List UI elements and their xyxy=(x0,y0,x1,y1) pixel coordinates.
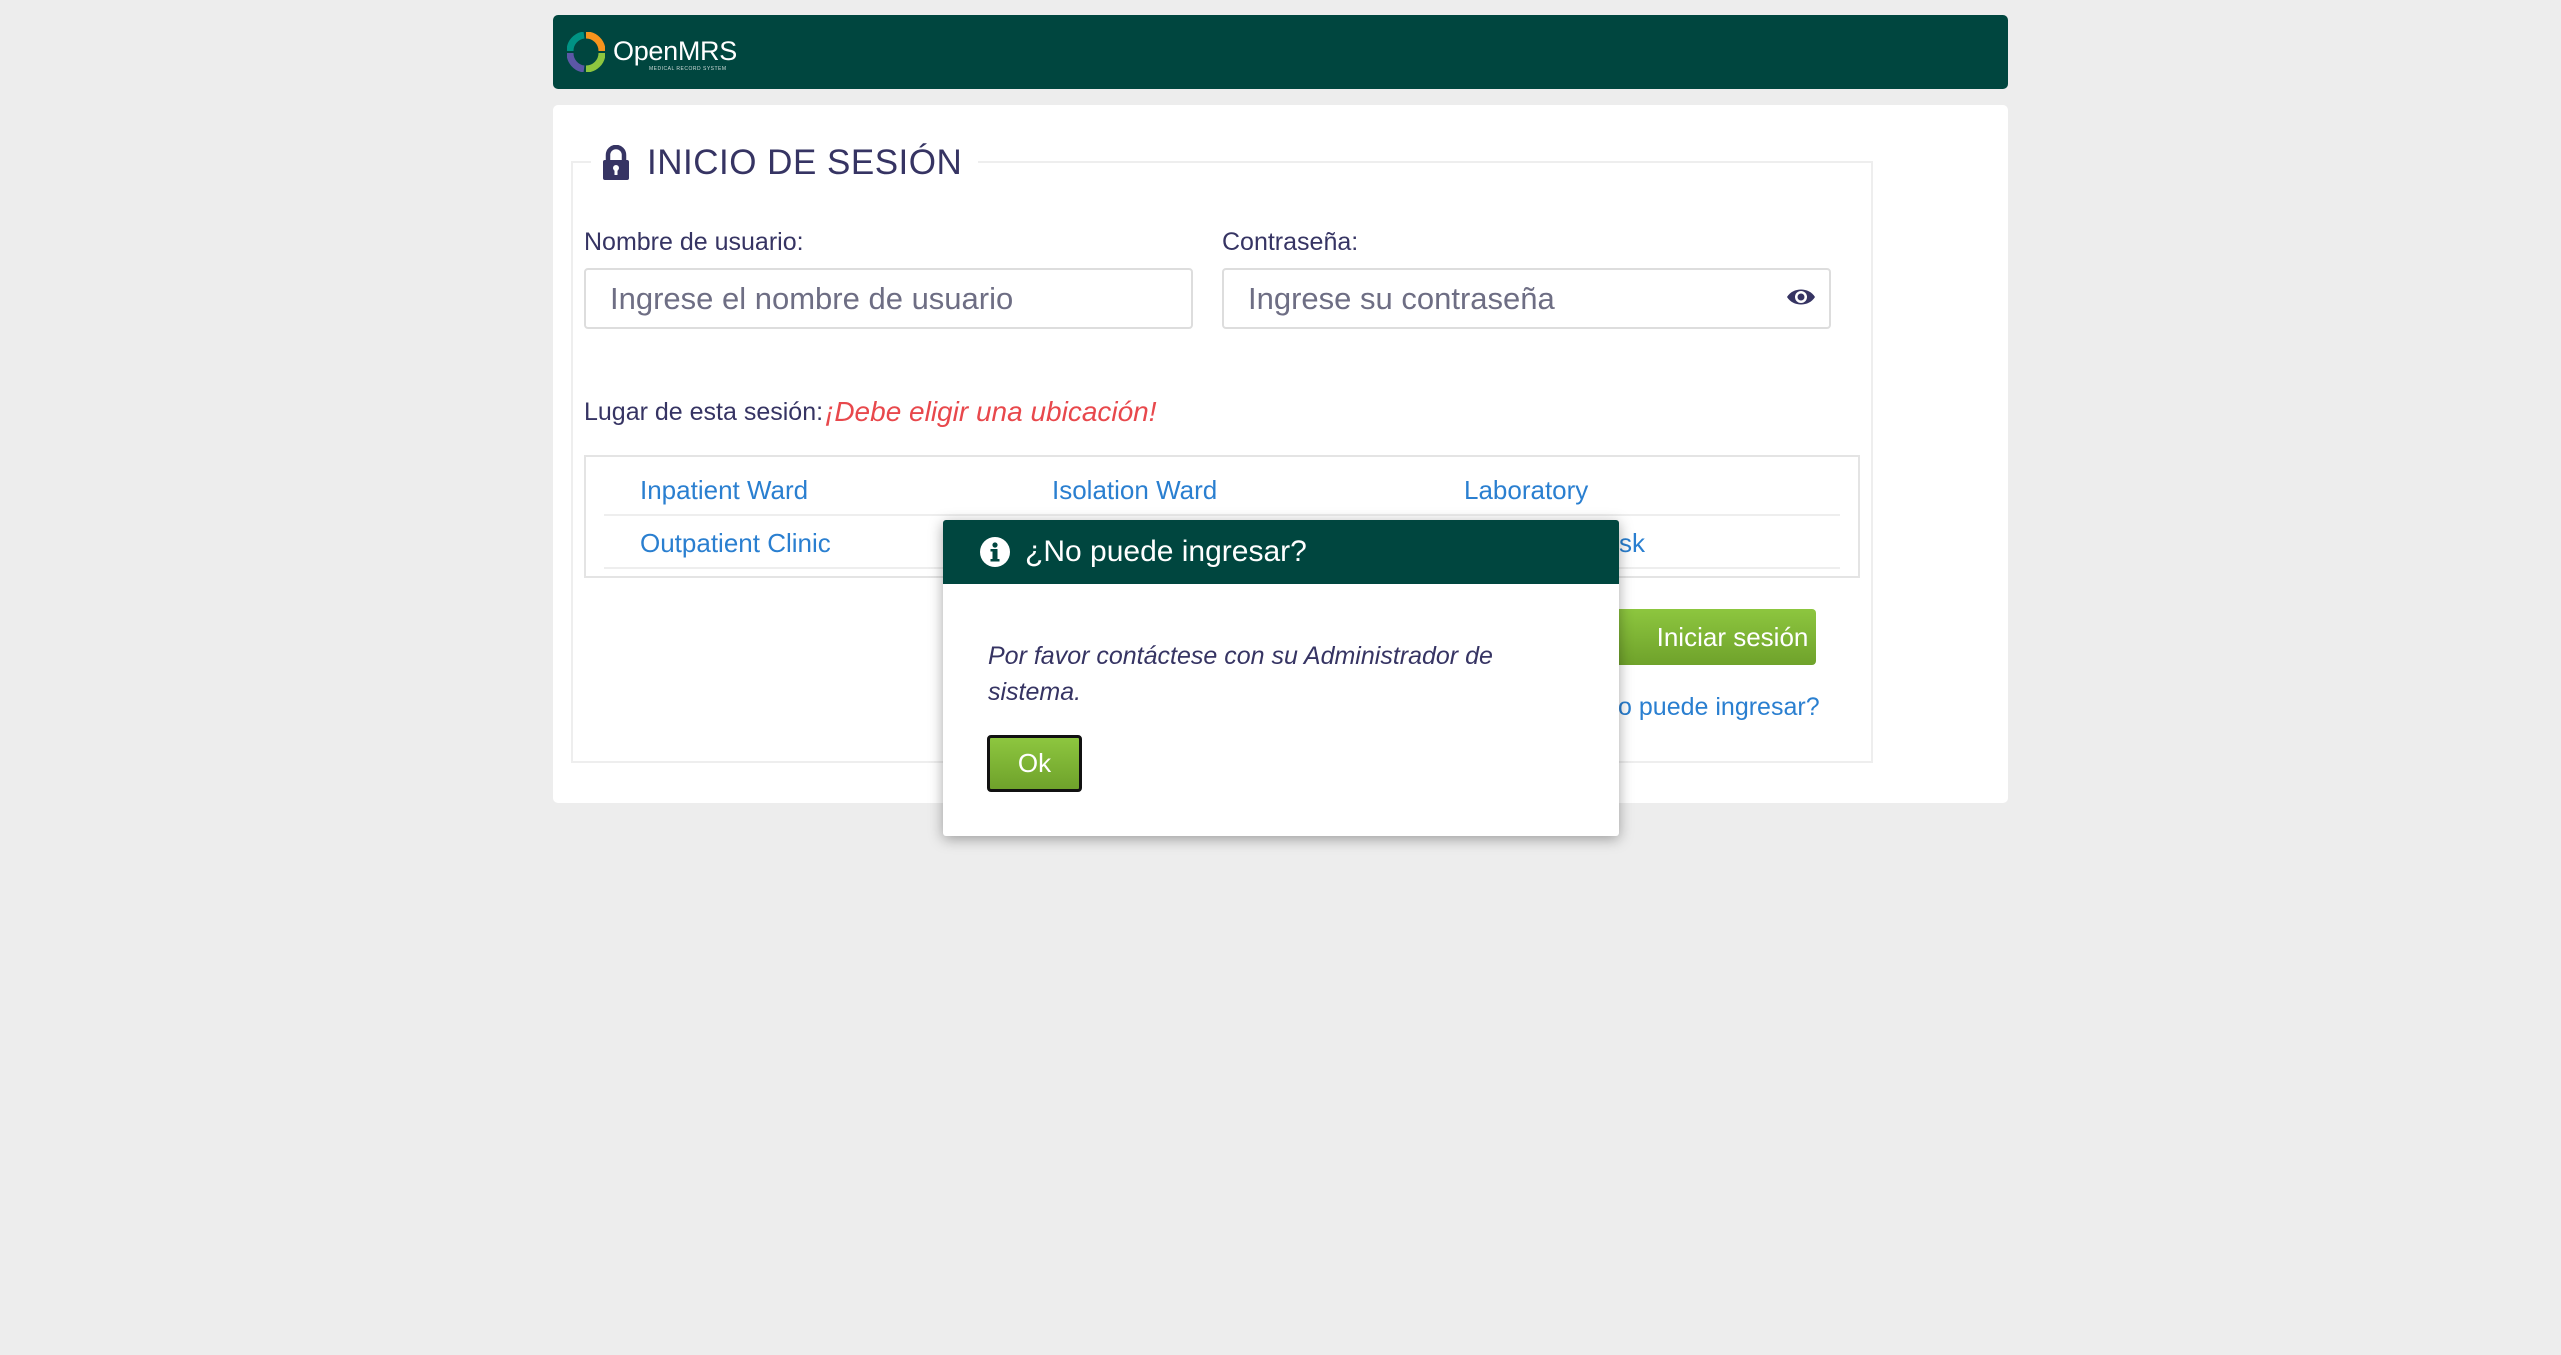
location-label: Lugar de esta sesión: xyxy=(584,398,824,426)
username-input[interactable] xyxy=(584,268,1193,329)
ok-button[interactable]: Ok xyxy=(987,735,1082,792)
dialog-header: ¿No puede ingresar? xyxy=(943,520,1619,584)
logo-text: OpenMRS xyxy=(613,36,737,66)
lock-icon xyxy=(603,145,629,180)
logo-subtext: MEDICAL RECORD SYSTEM xyxy=(649,66,727,72)
location-item[interactable]: Inpatient Ward xyxy=(604,464,1016,516)
password-input[interactable] xyxy=(1222,268,1831,329)
dialog-message: Por favor contáctese con su Administrado… xyxy=(988,642,1493,706)
location-item[interactable]: Laboratory xyxy=(1428,464,1840,516)
app-header: OpenMRS MEDICAL RECORD SYSTEM xyxy=(553,15,2008,89)
openmrs-logo[interactable]: OpenMRS MEDICAL RECORD SYSTEM xyxy=(567,30,737,76)
openmrs-logo-icon xyxy=(567,32,605,72)
cant-login-link[interactable]: No puede ingresar? xyxy=(1600,693,1820,722)
username-label: Nombre de usuario: xyxy=(584,228,804,256)
login-title: INICIO DE SESIÓN xyxy=(647,143,963,182)
eye-icon[interactable] xyxy=(1785,283,1817,311)
info-icon xyxy=(980,537,1010,567)
location-item[interactable]: Isolation Ward xyxy=(1016,464,1428,516)
dialog-title: ¿No puede ingresar? xyxy=(1025,535,1307,568)
location-error: ¡Debe eligir una ubicación! xyxy=(825,396,1157,427)
cant-login-dialog: ¿No puede ingresar? Por favor contáctese… xyxy=(943,520,1619,836)
password-label: Contraseña: xyxy=(1222,228,1359,256)
login-legend: INICIO DE SESIÓN xyxy=(591,133,979,193)
